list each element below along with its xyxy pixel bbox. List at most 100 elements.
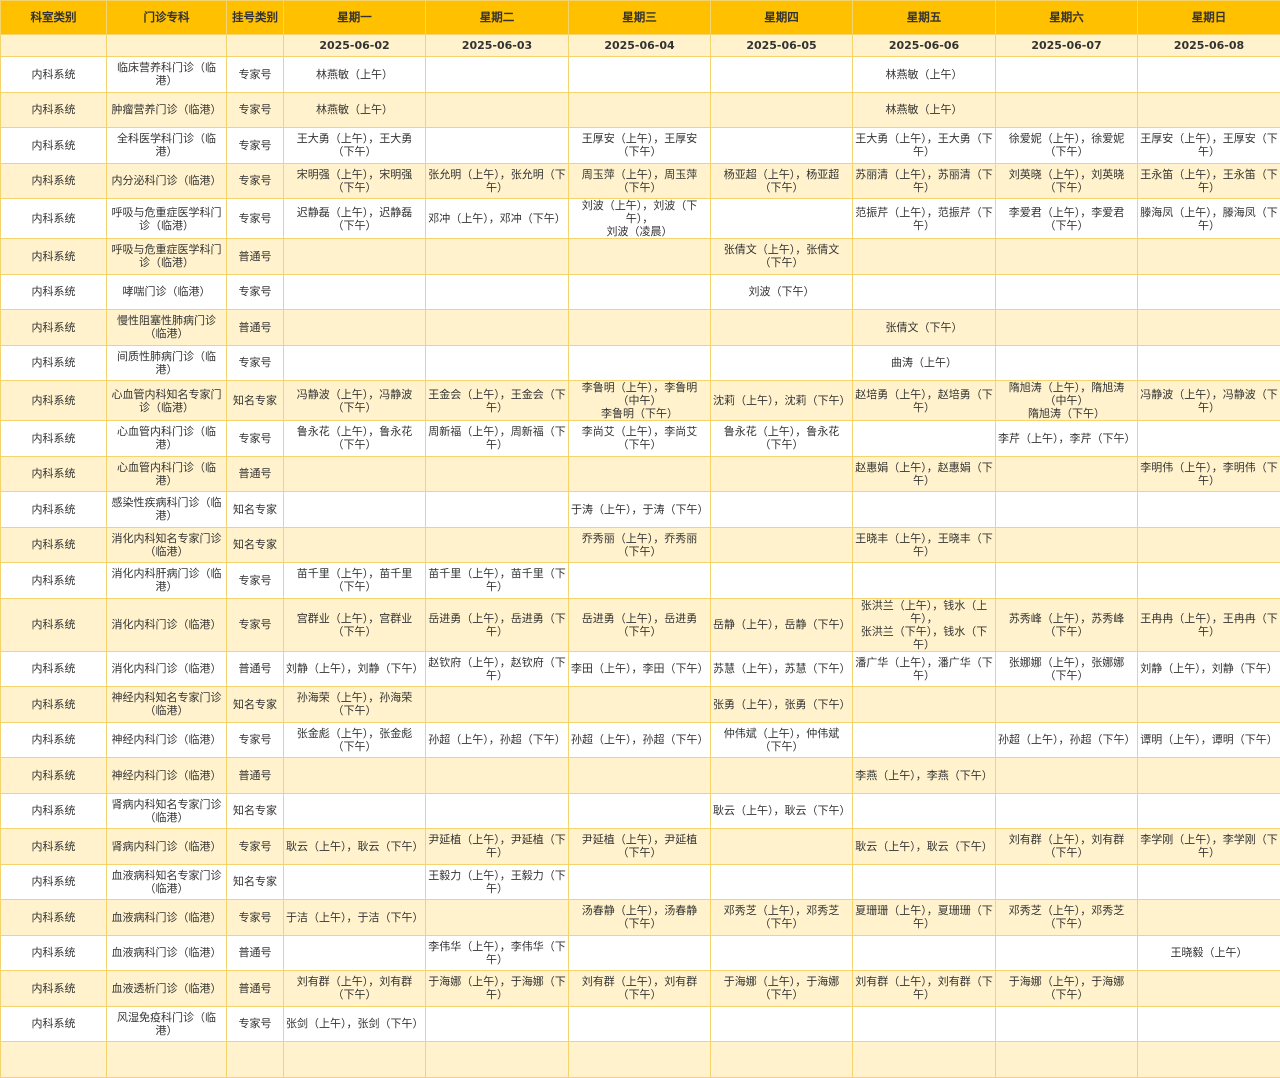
thursday-cell: 耿云（上午），耿云（下午） <box>711 793 853 829</box>
department-cell: 内科系统 <box>1 563 107 599</box>
cell-text: 张洪兰（上午），钱水（上午）， 张洪兰（下午），钱水（下午） <box>855 599 993 651</box>
cell-text: 神经内科门诊（临港） <box>109 733 224 746</box>
department-cell: 内科系统 <box>1 163 107 199</box>
specialty-cell: 消化内科门诊（临港） <box>107 651 227 687</box>
department-cell: 内科系统 <box>1 829 107 865</box>
specialty-cell: 呼吸与危重症医学科门诊（临港） <box>107 199 227 239</box>
saturday-cell <box>996 527 1138 563</box>
header-monday: 星期一 <box>284 1 426 35</box>
saturday-cell <box>996 310 1138 346</box>
schedule-table: 科室类别 门诊专科 挂号类别 星期一 星期二 星期三 星期四 星期五 星期六 星… <box>0 0 1280 1078</box>
cell-text: 杨亚超（上午），杨亚超（下午） <box>713 168 850 194</box>
date-thursday: 2025-06-05 <box>711 35 853 57</box>
cell-text: 专家号 <box>229 174 281 187</box>
cell-text: 内科系统 <box>3 840 104 853</box>
cell-text: 专家号 <box>229 911 281 924</box>
monday-cell <box>284 935 426 971</box>
department-cell: 内科系统 <box>1 722 107 758</box>
thursday-cell <box>711 1006 853 1042</box>
cell-text: 岳静（上午），岳静（下午） <box>713 618 850 631</box>
cell-text: 刘有群（上午），刘有群（下午） <box>998 833 1135 859</box>
sunday-cell <box>1138 421 1280 457</box>
monday-cell <box>284 492 426 528</box>
friday-cell <box>853 274 996 310</box>
cell-text: 内科系统 <box>3 733 104 746</box>
table-row: 内科系统血液病科知名专家门诊（临港）知名专家王毅力（上午），王毅力（下午） <box>1 864 1280 900</box>
cell-text: 孙海荣（上午），孙海荣（下午） <box>286 691 423 717</box>
tuesday-cell <box>426 687 569 723</box>
cell-text: 专家号 <box>229 139 281 152</box>
cell-text: 心血管内科门诊（临港） <box>109 461 224 487</box>
cell-text: 尹延植（上午），尹延植（下午） <box>428 833 566 859</box>
thursday-cell <box>711 128 853 164</box>
sunday-cell: 王晓毅（上午） <box>1138 935 1280 971</box>
saturday-cell <box>996 57 1138 93</box>
cell-text: 王毅力（上午），王毅力（下午） <box>428 869 566 895</box>
thursday-cell <box>711 829 853 865</box>
cell-text: 王晓丰（上午），王晓丰（下午） <box>855 532 993 558</box>
cell-text: 苏秀峰（上午），苏秀峰（下午） <box>998 612 1135 638</box>
thursday-cell <box>711 864 853 900</box>
registration-type-cell: 知名专家 <box>227 864 284 900</box>
thursday-cell <box>711 456 853 492</box>
specialty-cell: 全科医学科门诊（临港） <box>107 128 227 164</box>
wednesday-cell: 周玉萍（上午），周玉萍（下午） <box>569 163 711 199</box>
wednesday-cell <box>569 687 711 723</box>
tuesday-cell <box>426 1042 569 1078</box>
cell-text: 潘广华（上午），潘广华（下午） <box>855 656 993 682</box>
tuesday-cell: 于海娜（上午），于海娜（下午） <box>426 971 569 1007</box>
cell-text: 岳进勇（上午），岳进勇（下午） <box>571 612 708 638</box>
table-row: 内科系统血液透析门诊（临港）普通号刘有群（上午），刘有群（下午）于海娜（上午），… <box>1 971 1280 1007</box>
wednesday-cell <box>569 456 711 492</box>
sunday-cell <box>1138 758 1280 794</box>
friday-cell <box>853 864 996 900</box>
specialty-cell: 心血管内科门诊（临港） <box>107 421 227 457</box>
tuesday-cell <box>426 274 569 310</box>
department-cell: 内科系统 <box>1 687 107 723</box>
saturday-cell <box>996 864 1138 900</box>
department-cell: 内科系统 <box>1 274 107 310</box>
saturday-cell <box>996 1042 1138 1078</box>
table-row <box>1 1042 1280 1078</box>
monday-cell: 鲁永花（上午），鲁永花（下午） <box>284 421 426 457</box>
cell-text: 间质性肺病门诊（临港） <box>109 350 224 376</box>
cell-text: 内科系统 <box>3 804 104 817</box>
sunday-cell <box>1138 239 1280 275</box>
friday-cell: 王晓丰（上午），王晓丰（下午） <box>853 527 996 563</box>
tuesday-cell <box>426 310 569 346</box>
monday-cell: 苗千里（上午），苗千里（下午） <box>284 563 426 599</box>
cell-text: 呼吸与危重症医学科门诊（临港） <box>109 206 224 232</box>
cell-text: 李鲁明（上午），李鲁明（中午） 李鲁明（下午） <box>571 381 708 420</box>
cell-text: 内科系统 <box>3 250 104 263</box>
friday-cell: 林燕敏（上午） <box>853 92 996 128</box>
cell-text: 宋明强（上午），宋明强（下午） <box>286 168 423 194</box>
cell-text: 于洁（上午），于洁（下午） <box>286 911 423 924</box>
registration-type-cell: 专家号 <box>227 163 284 199</box>
cell-text: 知名专家 <box>229 698 281 711</box>
saturday-cell: 刘有群（上午），刘有群（下午） <box>996 829 1138 865</box>
saturday-cell <box>996 492 1138 528</box>
tuesday-cell <box>426 1006 569 1042</box>
registration-type-cell: 专家号 <box>227 598 284 651</box>
registration-type-cell: 专家号 <box>227 274 284 310</box>
cell-text: 全科医学科门诊（临港） <box>109 132 224 158</box>
thursday-cell: 于海娜（上午），于海娜（下午） <box>711 971 853 1007</box>
wednesday-cell <box>569 345 711 381</box>
cell-text: 专家号 <box>229 285 281 298</box>
sunday-cell: 谭明（上午），谭明（下午） <box>1138 722 1280 758</box>
cell-text: 林燕敏（上午） <box>855 103 993 116</box>
table-row: 内科系统心血管内科知名专家门诊（临港）知名专家冯静波（上午），冯静波（下午）王金… <box>1 381 1280 421</box>
cell-text: 内科系统 <box>3 1017 104 1030</box>
friday-cell <box>853 563 996 599</box>
cell-text: 赵培勇（上午），赵培勇（下午） <box>855 388 993 414</box>
registration-type-cell: 专家号 <box>227 1006 284 1042</box>
tuesday-cell <box>426 527 569 563</box>
sunday-cell: 李明伟（上午），李明伟（下午） <box>1138 456 1280 492</box>
cell-text: 张娜娜（上午），张娜娜（下午） <box>998 656 1135 682</box>
cell-text: 内分泌科门诊（临港） <box>109 174 224 187</box>
thursday-cell <box>711 758 853 794</box>
table-row: 内科系统慢性阻塞性肺病门诊（临港）普通号张倩文（下午） <box>1 310 1280 346</box>
registration-type-cell: 专家号 <box>227 199 284 239</box>
monday-cell <box>284 345 426 381</box>
registration-type-cell <box>227 1042 284 1078</box>
